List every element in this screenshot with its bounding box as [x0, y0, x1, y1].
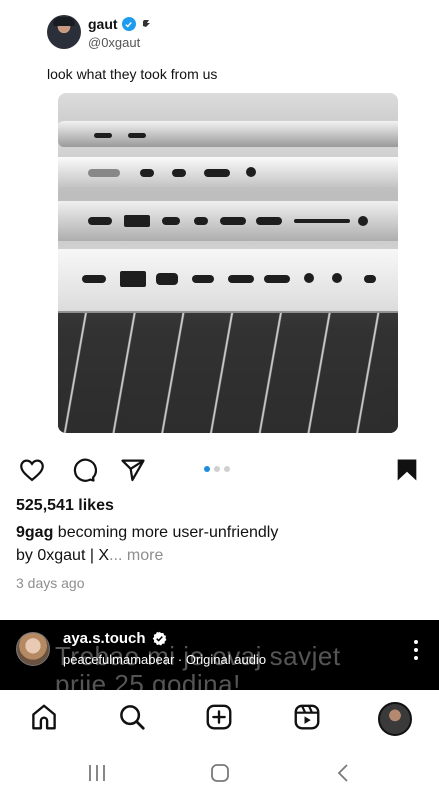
carousel-dot — [224, 466, 230, 472]
post-timestamp: 3 days ago — [16, 575, 85, 591]
send-icon[interactable] — [119, 456, 147, 484]
verified-badge-icon — [121, 17, 136, 31]
bottom-navigation — [0, 690, 439, 746]
system-navigation-bar — [0, 746, 439, 800]
comment-icon[interactable] — [69, 456, 98, 484]
laptop-edge-3 — [58, 201, 398, 241]
embedded-tweet-card: gaut @0xgaut look what they took from us — [0, 0, 439, 445]
carousel-dot — [204, 466, 210, 472]
heart-icon[interactable] — [18, 456, 46, 484]
caption-more-link[interactable]: ... more — [109, 547, 163, 564]
tweet-handle: @0xgaut — [88, 35, 141, 50]
bookmark-icon[interactable] — [393, 456, 421, 484]
carousel-indicator — [204, 466, 230, 472]
search-icon[interactable] — [117, 702, 147, 732]
home-icon[interactable] — [29, 702, 59, 732]
laptop-edge-1 — [58, 121, 398, 147]
reel-author[interactable]: aya.s.touch — [63, 630, 167, 647]
reel-preview[interactable]: Trebao mi je ovaj savjet prije 25 godina… — [0, 620, 439, 690]
tweet-display-name: gaut — [88, 16, 118, 32]
caption-text: becoming more user-unfriendly — [53, 524, 279, 541]
post-caption: 9gag becoming more user-unfriendly by 0x… — [16, 521, 416, 567]
photo-floor — [58, 313, 398, 433]
reel-avatar[interactable] — [16, 632, 50, 666]
caption-line2: by 0xgaut | X — [16, 547, 110, 564]
reel-audio[interactable]: peacefulmamabear · Original audio — [63, 652, 266, 667]
profile-avatar[interactable] — [378, 702, 412, 736]
tweet-text: look what they took from us — [47, 66, 218, 82]
carousel-dot — [214, 466, 220, 472]
tweet-avatar — [47, 15, 81, 49]
recent-apps-icon[interactable] — [86, 762, 108, 784]
more-vertical-icon[interactable] — [413, 640, 419, 660]
laptop-edge-2 — [58, 157, 398, 187]
home-button-icon[interactable] — [209, 762, 231, 784]
tweet-author: gaut — [88, 16, 152, 32]
caption-username[interactable]: 9gag — [16, 524, 53, 541]
back-icon[interactable] — [333, 762, 355, 784]
verified-badge-icon — [152, 631, 166, 646]
post-photo-laptop-ports[interactable] — [58, 93, 398, 433]
likes-count[interactable]: 525,541 likes — [16, 497, 114, 515]
hand-icon — [140, 17, 152, 32]
reel-username[interactable]: aya.s.touch — [63, 630, 146, 647]
reels-icon[interactable] — [292, 702, 322, 732]
reel-overlay-line2: prije 25 godina! — [55, 669, 241, 690]
laptop-edge-4 — [58, 249, 398, 311]
plus-square-icon[interactable] — [204, 702, 234, 732]
